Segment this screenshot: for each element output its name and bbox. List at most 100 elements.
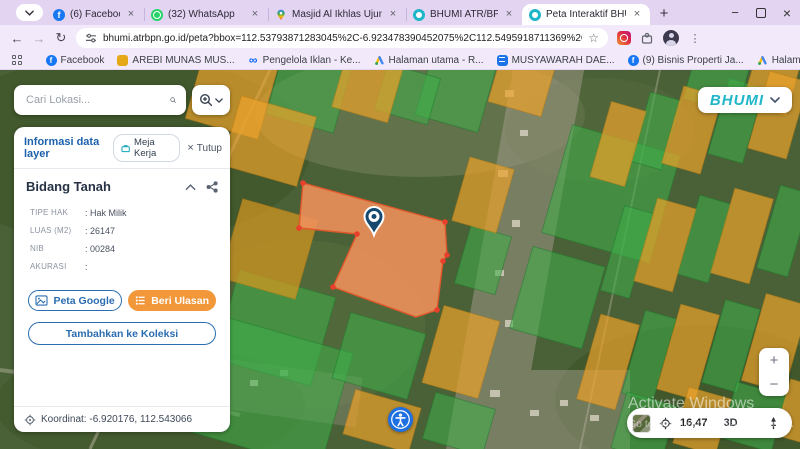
bhumi-favicon-icon [529, 9, 541, 21]
bhumi-logo-button[interactable]: BHUMI [698, 87, 792, 113]
maximize-button[interactable] [748, 0, 774, 25]
field-value: : 26147 [85, 226, 115, 236]
bookmark-label: Facebook [61, 55, 105, 66]
tab-title: Peta Interaktif BHUMI ATR/B [546, 9, 626, 20]
panel-header: Informasi data layer Meja Kerja Tutup [14, 127, 230, 169]
tab-close-icon[interactable] [387, 9, 399, 21]
bookmark-label: MUSYAWARAH DAE... [512, 55, 615, 66]
close-panel-button[interactable]: Tutup [187, 142, 222, 154]
field-row: NIB: 00284 [30, 244, 230, 254]
back-button[interactable]: ← [6, 31, 28, 46]
bidang-tanah-section: Bidang Tanah [14, 169, 230, 194]
meja-kerja-button[interactable]: Meja Kerja [113, 134, 181, 162]
coordinate-text: Koordinat: -6.920176, 112.543066 [41, 414, 192, 425]
new-tab-button[interactable] [652, 5, 676, 22]
url-text[interactable]: bhumi.atrbpn.go.id/peta?bbox=112.5379387… [103, 33, 582, 44]
table-icon [497, 55, 508, 66]
search-icon[interactable] [170, 93, 176, 107]
parcel-fields: TIPE HAK: Hak Milik LUAS (M2): 26147 NIB… [14, 194, 230, 272]
bookmark-pengelola-iklan[interactable]: Pengelola Iklan - Ke... [248, 55, 361, 66]
advanced-search-button[interactable] [192, 85, 230, 115]
bookmark-bisnis-properti[interactable]: (9) Bisnis Properti Ja... [628, 55, 744, 66]
north-arrow-icon[interactable] [767, 416, 780, 431]
bookmark-label: (9) Bisnis Properti Ja... [643, 55, 744, 66]
tambahkan-koleksi-button[interactable]: Tambahkan ke Koleksi [28, 322, 216, 345]
field-label: LUAS (M2) [30, 226, 85, 236]
chevron-down-icon [770, 97, 780, 103]
chevron-down-icon [25, 10, 34, 16]
tab-maps[interactable]: Masjid Al Ikhlas Ujung Pangi [268, 4, 406, 25]
collapse-chevron-up-icon[interactable] [185, 183, 196, 191]
bookmark-halaman-utama-2[interactable]: Halaman utama - R... [757, 55, 800, 66]
search-plus-icon [199, 93, 213, 107]
profile-avatar[interactable] [663, 30, 679, 46]
meja-kerja-label: Meja Kerja [134, 137, 172, 159]
bhumi-favicon-icon [413, 9, 425, 21]
extension-puzzle-icon[interactable] [640, 31, 654, 45]
google-ads-icon [757, 55, 768, 66]
panel-actions: Peta Google Beri Ulasan [14, 280, 230, 311]
zoom-out-button[interactable]: − [770, 377, 779, 392]
search-input[interactable] [24, 93, 170, 107]
meta-icon [248, 55, 259, 66]
tab-close-icon[interactable] [249, 9, 261, 21]
beri-ulasan-button[interactable]: Beri Ulasan [128, 290, 216, 311]
zoom-level-value: 16,47 [680, 417, 708, 429]
facebook-favicon-icon [53, 9, 65, 21]
bookmark-arebi[interactable]: AREBI MUNAS MUS... [117, 55, 234, 66]
location-search-box[interactable] [14, 85, 186, 115]
tab-peta-interaktif-active[interactable]: Peta Interaktif BHUMI ATR/B [522, 4, 650, 25]
beri-ulasan-label: Beri Ulasan [151, 295, 209, 307]
field-label: NIB [30, 244, 85, 254]
bookmark-musyawarah[interactable]: MUSYAWARAH DAE... [497, 55, 615, 66]
navigation-bar: ← → ↻ bhumi.atrbpn.go.id/peta?bbox=112.5… [0, 25, 800, 51]
bookmark-halaman-utama-1[interactable]: Halaman utama - R... [374, 55, 484, 66]
rate-list-icon [135, 295, 146, 306]
forward-button[interactable]: → [28, 31, 50, 46]
tab-close-icon[interactable] [125, 9, 137, 21]
gps-crosshair-icon[interactable] [659, 417, 672, 430]
briefcase-icon [121, 143, 130, 154]
mode-3d-button[interactable]: 3D [724, 417, 738, 429]
panel-title: Informasi data layer [24, 136, 113, 160]
zoom-in-button[interactable]: + [770, 353, 779, 368]
target-icon [24, 414, 36, 426]
coordinate-bar: Koordinat: -6.920176, 112.543066 [14, 406, 230, 432]
window-close-button[interactable] [774, 0, 800, 25]
google-maps-favicon-icon [275, 9, 287, 21]
minimize-button[interactable] [722, 0, 748, 25]
bookmark-label: Halaman utama - R... [772, 55, 800, 66]
reload-button[interactable]: ↻ [50, 30, 72, 46]
facebook-icon [46, 55, 57, 66]
site-info-icon[interactable] [85, 32, 97, 44]
tab-close-icon[interactable] [503, 9, 515, 21]
bookmark-facebook[interactable]: Facebook [46, 55, 105, 66]
field-value: : [85, 262, 88, 272]
instagram-extension-icon[interactable] [617, 31, 631, 45]
tutup-label: Tutup [197, 143, 222, 154]
accessibility-button[interactable] [388, 407, 413, 432]
share-icon[interactable] [206, 181, 218, 193]
field-value: : Hak Milik [85, 208, 127, 218]
tab-search-button[interactable] [16, 4, 43, 21]
peta-google-button[interactable]: Peta Google [28, 290, 122, 311]
basemap-thumbnail[interactable] [632, 414, 651, 433]
facebook-icon [628, 55, 639, 66]
tab-close-icon[interactable] [631, 9, 643, 21]
address-bar[interactable]: bhumi.atrbpn.go.id/peta?bbox=112.5379387… [76, 28, 608, 48]
browser-menu-icon[interactable] [688, 32, 702, 45]
peta-google-label: Peta Google [53, 295, 114, 307]
bookmark-star-icon[interactable] [588, 31, 599, 45]
tab-title: BHUMI ATR/BPN [430, 9, 498, 20]
tab-whatsapp[interactable]: (32) WhatsApp [144, 4, 268, 25]
bookmark-label: Halaman utama - R... [389, 55, 484, 66]
bhumi-logo: BHUMI [710, 92, 764, 109]
apps-grid-icon[interactable] [12, 55, 22, 65]
tab-title: (6) Facebook [70, 9, 120, 20]
tab-bhumi[interactable]: BHUMI ATR/BPN [406, 4, 522, 25]
field-row: LUAS (M2): 26147 [30, 226, 230, 236]
map-status-bar: 16,47 3D [627, 408, 792, 438]
google-ads-icon [374, 55, 385, 66]
tab-facebook[interactable]: (6) Facebook [46, 4, 144, 25]
arebi-icon [117, 55, 128, 66]
